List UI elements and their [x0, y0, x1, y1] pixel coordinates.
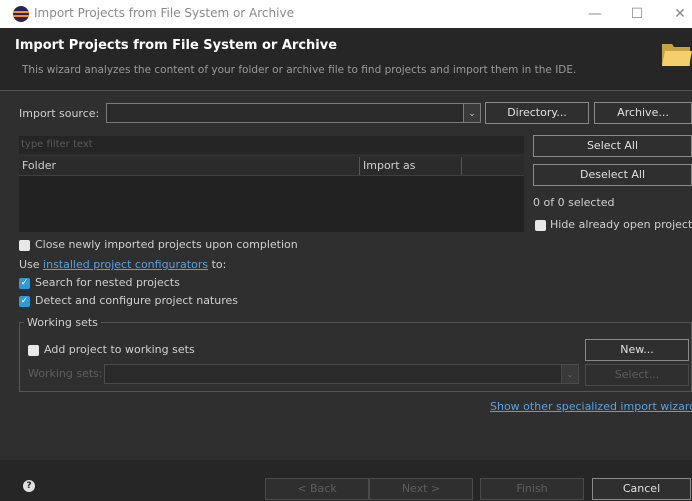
working-sets-label: Working sets: — [28, 367, 103, 380]
detect-natures-checkbox[interactable]: ✓ — [19, 296, 30, 307]
select-all-button[interactable]: Select All — [533, 135, 692, 157]
header-separator — [0, 90, 692, 91]
open-folder-icon — [662, 44, 692, 66]
deselect-all-button[interactable]: Deselect All — [533, 164, 692, 186]
configurators-line: Use installed project configurators to: — [19, 258, 226, 271]
working-sets-group-title: Working sets — [24, 316, 101, 329]
use-prefix: Use — [19, 258, 44, 271]
back-button[interactable]: < Back — [265, 478, 369, 500]
close-projects-checkbox[interactable] — [19, 240, 30, 251]
finish-button[interactable]: Finish — [480, 478, 584, 500]
configurators-link[interactable]: installed project configurators — [43, 258, 208, 271]
detect-natures-label[interactable]: Detect and configure project natures — [35, 294, 238, 307]
window-title: Import Projects from File System or Arch… — [34, 6, 294, 20]
help-icon[interactable]: ? — [23, 480, 35, 492]
selected-count: 0 of 0 selected — [533, 196, 615, 209]
column-divider[interactable] — [359, 157, 360, 175]
close-projects-label[interactable]: Close newly imported projects upon compl… — [35, 238, 298, 251]
new-working-set-button[interactable]: New... — [585, 339, 689, 361]
working-sets-dropdown[interactable]: ⌄ — [561, 364, 579, 384]
working-sets-combo[interactable] — [104, 364, 562, 384]
minimize-icon[interactable]: — — [584, 4, 606, 24]
add-to-working-sets-checkbox[interactable] — [28, 345, 39, 356]
import-source-label: Import source: — [19, 107, 100, 120]
hide-open-projects-label[interactable]: Hide already open projects — [550, 218, 692, 231]
projects-table[interactable]: Folder Import as — [19, 157, 524, 232]
search-nested-checkbox[interactable]: ✓ — [19, 278, 30, 289]
chevron-down-icon: ⌄ — [468, 109, 476, 119]
column-divider[interactable] — [461, 157, 462, 175]
maximize-icon[interactable]: ☐ — [626, 4, 648, 24]
wizard-description: This wizard analyzes the content of your… — [22, 64, 577, 76]
archive-button[interactable]: Archive... — [594, 102, 692, 124]
filter-input[interactable]: type filter text — [19, 136, 524, 154]
import-source-combo[interactable] — [106, 103, 464, 123]
column-folder[interactable]: Folder — [22, 159, 56, 172]
next-button[interactable]: Next > — [369, 478, 473, 500]
wizard-title: Import Projects from File System or Arch… — [15, 38, 338, 53]
import-source-dropdown[interactable]: ⌄ — [463, 103, 481, 123]
column-import-as[interactable]: Import as — [363, 159, 415, 172]
close-icon[interactable]: ✕ — [669, 4, 691, 24]
window-titlebar: Import Projects from File System or Arch… — [0, 0, 692, 28]
search-nested-label[interactable]: Search for nested projects — [35, 276, 180, 289]
hide-open-projects-checkbox[interactable] — [535, 220, 546, 231]
chevron-down-icon: ⌄ — [566, 370, 574, 380]
other-wizards-link[interactable]: Show other specialized import wizards — [490, 400, 692, 413]
table-header: Folder Import as — [19, 157, 524, 176]
directory-button[interactable]: Directory... — [485, 102, 589, 124]
select-working-sets-button[interactable]: Select... — [585, 364, 689, 386]
wizard-header: Import Projects from File System or Arch… — [0, 28, 692, 90]
use-suffix: to: — [208, 258, 227, 271]
cancel-button[interactable]: Cancel — [592, 478, 691, 500]
eclipse-icon — [13, 6, 29, 22]
add-to-working-sets-label[interactable]: Add project to working sets — [44, 343, 195, 356]
